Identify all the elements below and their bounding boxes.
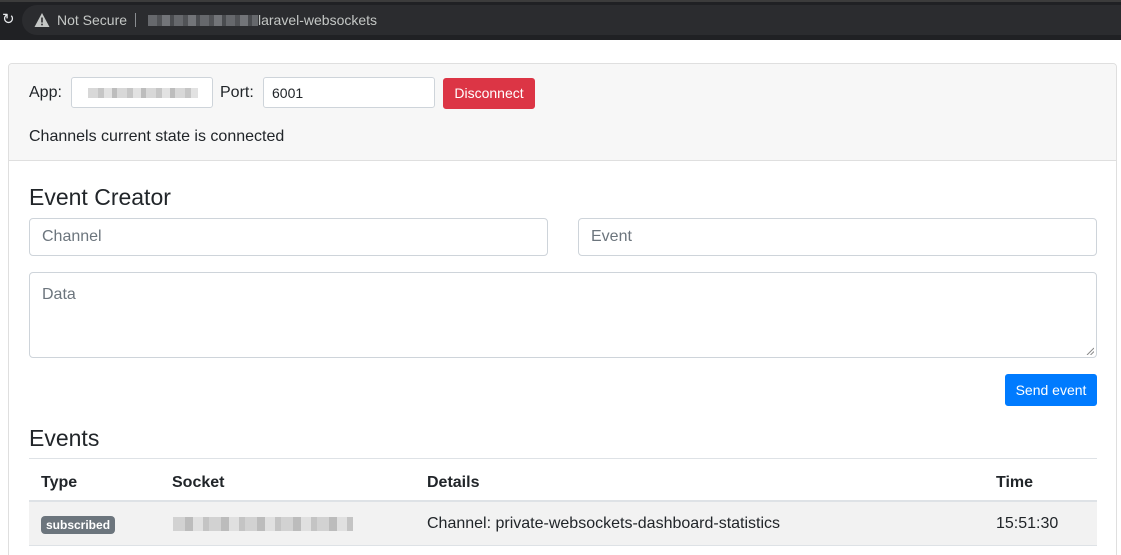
connection-header: App: Port: Disconnect Channels current s… (9, 64, 1116, 161)
event-type-badge: subscribed (41, 516, 116, 534)
events-table-header: Type Socket Details Time (29, 458, 1097, 502)
column-header-type: Type (41, 474, 78, 491)
redacted-socket-id (173, 517, 353, 531)
event-time: 15:51:30 (996, 515, 1059, 532)
event-details: Channel: private-websockets-dashboard-st… (427, 515, 781, 532)
events-title: Events (29, 425, 100, 451)
column-header-details: Details (427, 474, 480, 491)
app-select[interactable] (71, 77, 213, 108)
reload-icon[interactable]: ↻ (2, 11, 16, 29)
security-status-label[interactable]: Not Secure (57, 12, 127, 28)
event-input[interactable]: Event (578, 218, 1097, 256)
event-creator-title: Event Creator (29, 184, 171, 210)
disconnect-button[interactable]: Disconnect (443, 78, 535, 109)
data-placeholder: Data (42, 286, 76, 303)
url-text[interactable]: laravel-websockets (258, 12, 377, 28)
address-separator (135, 13, 136, 27)
data-textarea[interactable]: Data (29, 272, 1097, 358)
table-row: subscribed Channel: private-websockets-d… (29, 502, 1097, 546)
browser-toolbar: ↻ Not Secure laravel-websockets (0, 0, 1121, 40)
port-label: Port: (220, 84, 254, 101)
column-header-socket: Socket (172, 474, 225, 491)
redacted-url-host (148, 15, 258, 26)
app-label: App: (29, 84, 62, 101)
connection-status-text: Channels current state is connected (29, 128, 285, 145)
port-input[interactable] (263, 77, 435, 108)
browser-top-edge (0, 0, 1121, 2)
redacted-app-value (88, 88, 198, 98)
channel-input[interactable]: Channel (29, 218, 548, 256)
column-header-time: Time (996, 474, 1034, 491)
resize-handle-icon[interactable] (1086, 347, 1094, 355)
dashboard-card: App: Port: Disconnect Channels current s… (8, 63, 1117, 555)
address-bar[interactable]: Not Secure laravel-websockets (22, 5, 1121, 35)
send-event-button[interactable]: Send event (1005, 374, 1097, 406)
warning-icon (34, 13, 50, 27)
